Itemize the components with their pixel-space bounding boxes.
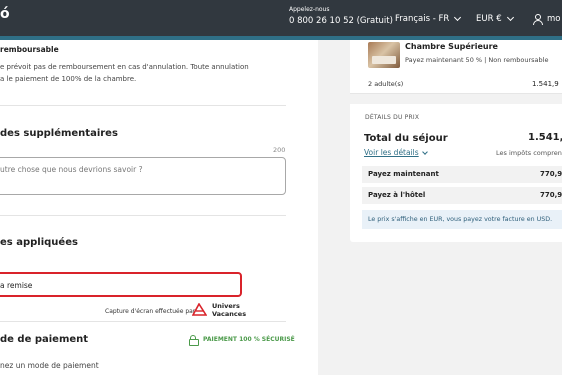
see-details-link[interactable]: Voir les détails: [364, 148, 428, 157]
total-value: 1.541,9: [528, 132, 562, 143]
chevron-down-icon: [506, 13, 514, 22]
divider: [0, 215, 286, 216]
special-requests-textarea[interactable]: [0, 157, 286, 195]
secure-payment-badge: PAIEMENT 100 % SÉCURISÉ: [189, 335, 295, 346]
univers-vacances-logo: Univers Vacances: [212, 302, 246, 318]
special-requests-title: des supplémentaires: [0, 128, 118, 139]
guests-price: 1.541,9: [532, 80, 559, 88]
special-requests-placeholder: utre chose que nous devrions savoir ?: [0, 165, 143, 174]
cancellation-title: remboursable: [0, 45, 59, 54]
call-us[interactable]: Appelez-nous 0 800 26 10 52 (Gratuit): [289, 6, 393, 27]
screenshot-credit: Capture d'écran effectuée par: [105, 308, 196, 315]
char-counter: 200: [273, 146, 286, 154]
account-label: mo: [547, 14, 561, 24]
logo-line2: Vacances: [212, 310, 247, 318]
logo-line1: Univers: [212, 302, 240, 310]
chevron-down-icon: [454, 13, 462, 22]
divider: [0, 105, 286, 106]
language-selector[interactable]: Français - FR: [395, 13, 462, 24]
account-menu[interactable]: mo: [533, 14, 561, 25]
brand-logo[interactable]: ó: [0, 6, 10, 22]
taxes-note: Les impôts compren: [496, 149, 562, 157]
currency-info-text: Le prix s'affiche en EUR, vous payez vot…: [368, 216, 553, 223]
price-details-heading: DÉTAILS DU PRIX: [365, 114, 420, 121]
total-label: Total du séjour: [364, 133, 448, 144]
call-us-label: Appelez-nous: [289, 6, 330, 13]
room-payment-terms: Payez maintenant 50 % | Non remboursable: [405, 56, 549, 64]
payment-method-subtitle: nez un mode de paiement: [0, 361, 99, 370]
pay-hotel-label: Payez à l'hôtel: [368, 191, 426, 199]
cancellation-text-line2: a le paiement de 100% de la chambre.: [0, 75, 137, 83]
chevron-down-icon: [421, 148, 428, 155]
discount-code-text: a remise: [0, 281, 33, 290]
currency-label: EUR €: [476, 14, 502, 24]
secure-payment-label: PAIEMENT 100 % SÉCURISÉ: [203, 336, 295, 343]
discounts-title: es appliquées: [0, 237, 78, 248]
discount-code-field[interactable]: [0, 272, 242, 297]
pay-hotel-value: 770,9: [540, 191, 562, 199]
user-icon: [533, 14, 543, 25]
language-label: Français - FR: [395, 14, 450, 24]
cancellation-text-line1: e prévoit pas de remboursement en cas d'…: [0, 63, 249, 71]
pay-now-value: 770,9: [540, 170, 562, 178]
guests-count: 2 adulte(s): [368, 80, 404, 88]
see-details-label: Voir les détails: [364, 148, 419, 157]
pay-now-label: Payez maintenant: [368, 170, 439, 178]
currency-selector[interactable]: EUR €: [476, 13, 514, 24]
divider: [0, 321, 286, 322]
call-us-phone[interactable]: 0 800 26 10 52 (Gratuit): [289, 15, 393, 27]
univers-vacances-logo-icon: [192, 303, 207, 316]
payment-method-title: de de paiement: [0, 334, 89, 345]
lock-icon: [189, 335, 199, 346]
room-photo: [368, 42, 400, 68]
room-name: Chambre Supérieure: [405, 42, 498, 51]
